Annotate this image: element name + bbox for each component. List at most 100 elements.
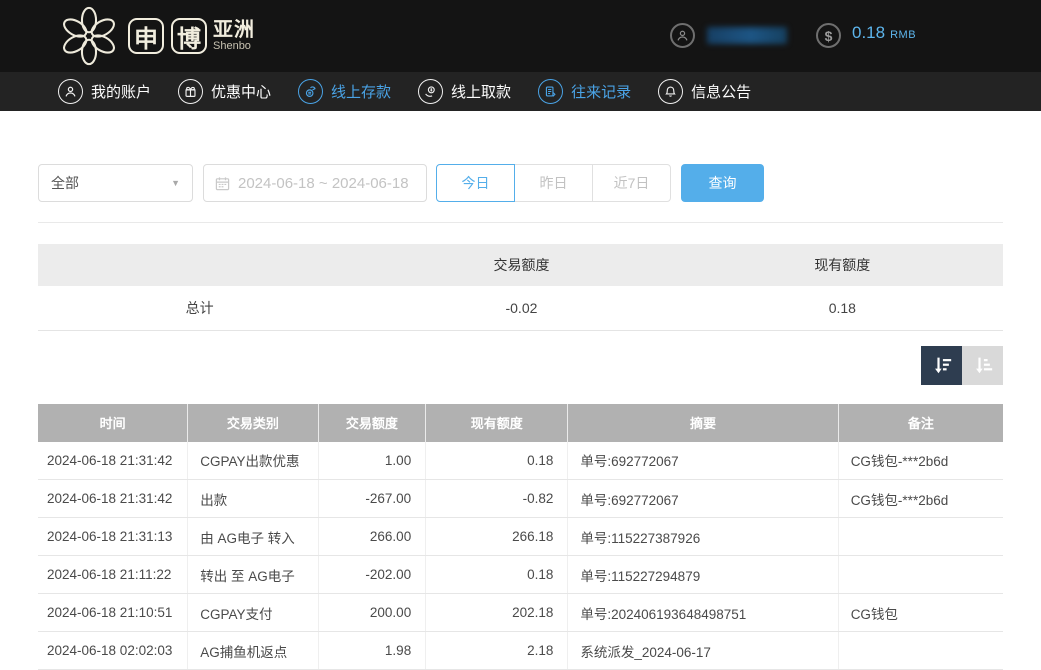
sort-descending-icon [931, 354, 953, 376]
today-button[interactable]: 今日 [436, 164, 515, 202]
table-cell: 系统派发_2024-06-17 [568, 632, 838, 670]
sort-descending-button[interactable] [921, 346, 962, 385]
filter-row: 全部 ▼ 2024-06-18 ~ 2024-06-18 今日 昨日 近7日 查… [38, 164, 1003, 202]
logo-char-shen: 申 [128, 18, 164, 54]
type-select-value: 全部 [51, 173, 79, 193]
summary-header-empty [38, 244, 361, 286]
nav-item-announcements[interactable]: 信息公告 [658, 79, 751, 104]
user-account-area[interactable] [670, 23, 787, 48]
column-header: 摘要 [568, 404, 838, 442]
nav-item-my-account[interactable]: 我的账户 [58, 79, 151, 104]
summary-total-label: 总计 [38, 286, 361, 330]
summary-total-row: 总计 -0.02 0.18 [38, 286, 1003, 330]
nav-item-promotions[interactable]: 优惠中心 [178, 79, 271, 104]
table-cell [838, 518, 1003, 556]
table-cell: 266.00 [318, 518, 426, 556]
divider [38, 222, 1003, 223]
table-row: 2024-06-18 21:31:42CGPAY出款优惠1.000.18单号:6… [38, 442, 1003, 480]
table-cell: 由 AG电子 转入 [188, 518, 318, 556]
table-cell: 200.00 [318, 594, 426, 632]
yesterday-button[interactable]: 昨日 [514, 164, 593, 202]
table-cell: 1.00 [318, 442, 426, 480]
table-cell: CG钱包-***2b6d [838, 442, 1003, 480]
nav-label: 线上取款 [451, 81, 511, 102]
table-cell: -0.82 [426, 480, 568, 518]
column-header: 交易类别 [188, 404, 318, 442]
table-cell [838, 556, 1003, 594]
logo-region-text: 亚洲 [213, 20, 255, 41]
table-cell: AG捕鱼机返点 [188, 632, 318, 670]
summary-current-total: 0.18 [682, 286, 1003, 330]
summary-header-current: 现有额度 [682, 244, 1003, 286]
last-7-days-button[interactable]: 近7日 [592, 164, 671, 202]
date-range-input[interactable]: 2024-06-18 ~ 2024-06-18 [203, 164, 427, 202]
user-icon [58, 79, 83, 104]
logo-latin-text: Shenbo [213, 41, 255, 53]
table-cell: 2024-06-18 21:11:22 [38, 556, 188, 594]
logo-char-bo: 博 [171, 18, 207, 54]
table-cell: CG钱包-***2b6d [838, 480, 1003, 518]
table-cell: 2024-06-18 02:02:03 [38, 632, 188, 670]
nav-label: 我的账户 [91, 81, 151, 102]
quick-date-button-group: 今日 昨日 近7日 [436, 164, 671, 202]
table-row: 2024-06-18 21:10:51CGPAY支付200.00202.18单号… [38, 594, 1003, 632]
table-cell: 266.18 [426, 518, 568, 556]
column-header: 交易额度 [318, 404, 426, 442]
table-cell: 0.18 [426, 442, 568, 480]
brand-logo[interactable]: 申 博 亚洲 Shenbo [58, 6, 255, 66]
table-cell: 单号:692772067 [568, 480, 838, 518]
transaction-type-select[interactable]: 全部 ▼ [38, 164, 193, 202]
calendar-icon [215, 176, 230, 191]
withdraw-hand-icon [418, 79, 443, 104]
nav-label: 信息公告 [691, 81, 751, 102]
table-row: 2024-06-18 21:11:22转出 至 AG电子-202.000.18单… [38, 556, 1003, 594]
nav-label: 线上存款 [331, 81, 391, 102]
user-avatar-icon [670, 23, 695, 48]
table-cell: 单号:692772067 [568, 442, 838, 480]
table-cell: CGPAY出款优惠 [188, 442, 318, 480]
nav-item-transaction-records[interactable]: 往来记录 [538, 79, 631, 104]
summary-header-transaction: 交易额度 [361, 244, 681, 286]
table-cell: 1.98 [318, 632, 426, 670]
table-cell: 2024-06-18 21:31:42 [38, 480, 188, 518]
table-cell [838, 632, 1003, 670]
table-cell: -202.00 [318, 556, 426, 594]
table-row: 2024-06-18 21:31:42出款-267.00-0.82单号:6927… [38, 480, 1003, 518]
column-header: 现有额度 [426, 404, 568, 442]
chevron-down-icon: ▼ [171, 178, 180, 188]
sort-ascending-button[interactable] [962, 346, 1003, 385]
table-cell: 202.18 [426, 594, 568, 632]
records-tbody: 2024-06-18 21:31:42CGPAY出款优惠1.000.18单号:6… [38, 442, 1003, 670]
balance-area[interactable]: $ 0.18 RMB [816, 23, 916, 48]
records-header-row: 时间交易类别交易额度现有额度摘要备注 [38, 404, 1003, 442]
summary-transaction-total: -0.02 [361, 286, 681, 330]
records-table: 时间交易类别交易额度现有额度摘要备注 2024-06-18 21:31:42CG… [38, 404, 1003, 670]
date-range-value: 2024-06-18 ~ 2024-06-18 [238, 175, 409, 192]
search-button[interactable]: 查询 [681, 164, 764, 202]
balance-currency: RMB [890, 29, 916, 41]
table-cell: CG钱包 [838, 594, 1003, 632]
flower-logo-icon [58, 6, 120, 66]
summary-header-row: 交易额度 现有额度 [38, 244, 1003, 286]
nav-label: 往来记录 [571, 81, 631, 102]
table-cell: 转出 至 AG电子 [188, 556, 318, 594]
sort-controls [38, 346, 1003, 385]
table-row: 2024-06-18 02:02:03AG捕鱼机返点1.982.18系统派发_2… [38, 632, 1003, 670]
column-header: 时间 [38, 404, 188, 442]
nav-label: 优惠中心 [211, 81, 271, 102]
dollar-icon: $ [816, 23, 841, 48]
records-clipboard-icon [538, 79, 563, 104]
table-cell: 单号:115227387926 [568, 518, 838, 556]
column-header: 备注 [838, 404, 1003, 442]
page-content: 全部 ▼ 2024-06-18 ~ 2024-06-18 今日 昨日 近7日 查… [0, 164, 1041, 670]
table-cell: 2024-06-18 21:10:51 [38, 594, 188, 632]
nav-item-online-withdrawal[interactable]: 线上取款 [418, 79, 511, 104]
table-cell: 2.18 [426, 632, 568, 670]
deposit-coin-icon [298, 79, 323, 104]
table-row: 2024-06-18 21:31:13由 AG电子 转入266.00266.18… [38, 518, 1003, 556]
nav-item-online-deposit[interactable]: 线上存款 [298, 79, 391, 104]
top-header: 申 博 亚洲 Shenbo $ 0.18 RMB [0, 0, 1041, 72]
summary-table: 交易额度 现有额度 总计 -0.02 0.18 [38, 244, 1003, 331]
username-redacted [707, 27, 787, 44]
table-cell: 出款 [188, 480, 318, 518]
